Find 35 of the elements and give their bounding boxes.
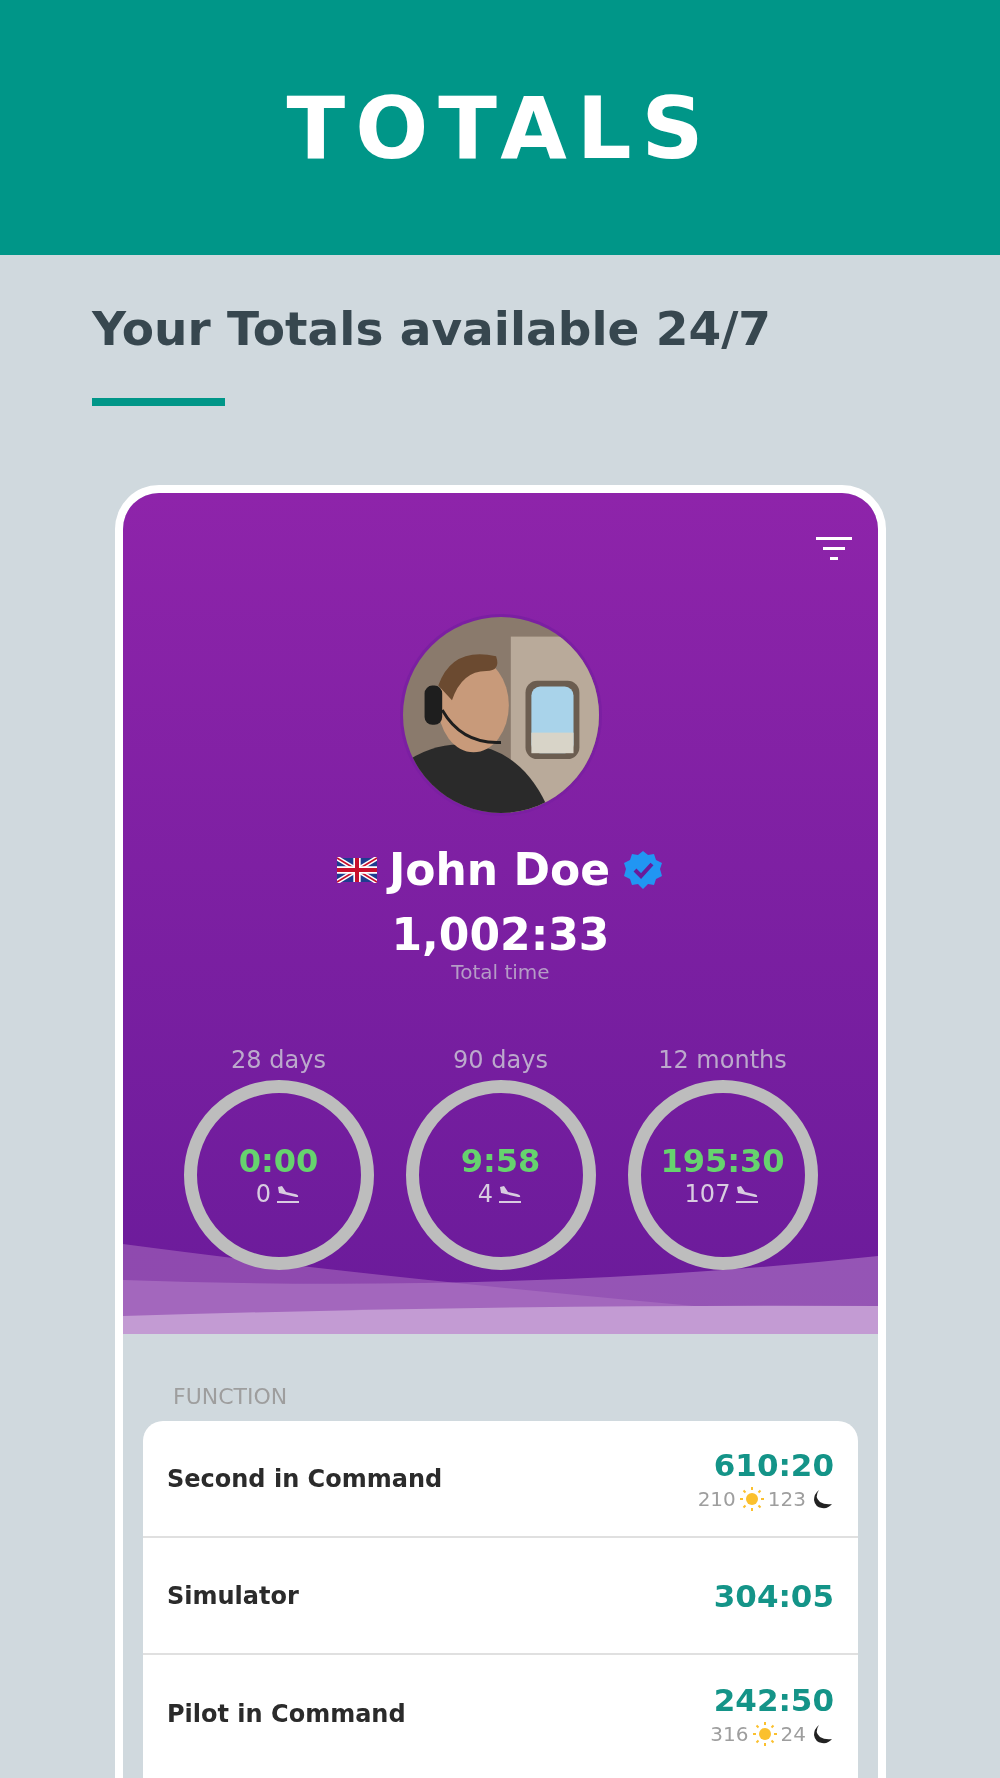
period-label: 28 days xyxy=(231,1046,326,1074)
function-time: 304:05 xyxy=(713,1577,834,1614)
sun-icon xyxy=(752,1721,777,1746)
function-time: 610:20 xyxy=(713,1446,834,1483)
landing-icon xyxy=(275,1183,302,1205)
function-name: Simulator xyxy=(167,1581,299,1610)
flag-icon xyxy=(336,856,377,883)
period-label: 90 days xyxy=(453,1046,548,1074)
landing-icon xyxy=(497,1183,524,1205)
landing-count: 107 xyxy=(684,1180,731,1208)
function-time: 242:50 xyxy=(713,1681,834,1718)
period-label: 12 months xyxy=(658,1046,787,1074)
day-count: 316 xyxy=(710,1721,749,1746)
tagline: Your Totals available 24/7 xyxy=(92,301,773,356)
sun-icon xyxy=(739,1486,764,1511)
day-count: 210 xyxy=(697,1486,736,1511)
landing-count: 4 xyxy=(477,1180,494,1208)
filter-icon[interactable] xyxy=(816,537,852,563)
total-time-label: Total time xyxy=(451,960,550,984)
period-time: 9:58 xyxy=(460,1142,541,1180)
function-row[interactable]: Second in Command 610:20 210 123 xyxy=(143,1421,858,1538)
function-name: Second in Command xyxy=(167,1464,443,1493)
page-title: TOTALS xyxy=(286,77,714,178)
user-name: John Doe xyxy=(388,844,611,895)
total-time: 1,002:33 xyxy=(391,909,610,960)
section-label: FUNCTION xyxy=(173,1384,289,1409)
landing-count: 0 xyxy=(255,1180,272,1208)
function-row[interactable]: Pilot in Command 242:50 316 24 xyxy=(143,1655,858,1772)
function-name: Pilot in Command xyxy=(167,1699,406,1728)
function-row[interactable]: Simulator 304:05 xyxy=(143,1538,858,1655)
period-time: 0:00 xyxy=(238,1142,319,1180)
landing-icon xyxy=(734,1183,761,1205)
night-count: 123 xyxy=(767,1486,806,1511)
night-count: 24 xyxy=(780,1721,806,1746)
period-time: 195:30 xyxy=(660,1142,785,1180)
